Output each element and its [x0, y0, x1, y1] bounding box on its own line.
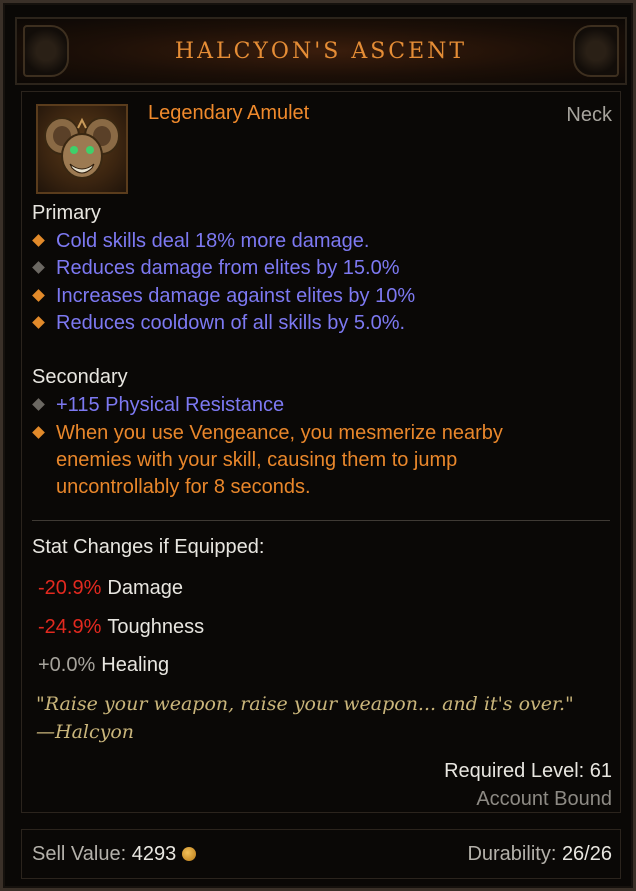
title-bar: HALCYON'S ASCENT: [15, 17, 627, 85]
flavor-author: —Halcyon: [36, 721, 135, 743]
flavor-quote: "Raise your weapon, raise your weapon...…: [36, 693, 574, 715]
flavor-text: "Raise your weapon, raise your weapon...…: [36, 690, 616, 746]
item-tooltip: HALCYON'S ASCENT Legendary Amulet Neck P…: [0, 0, 636, 891]
item-name: HALCYON'S ASCENT: [174, 39, 468, 64]
secondary-affix: +115 Physical Resistance: [32, 392, 610, 419]
durability: Durability: 26/26: [467, 843, 612, 865]
bullet-icon: [32, 316, 45, 329]
primary-affix: Reduces damage from elites by 15.0%: [32, 255, 610, 282]
item-icon-frame: [36, 104, 128, 194]
bullet-icon: [32, 289, 45, 302]
primary-affix: Increases damage against elites by 10%: [32, 283, 610, 310]
secondary-affix: When you use Vengeance, you mesmerize ne…: [32, 420, 574, 501]
item-slot: Neck: [566, 104, 612, 126]
tooltip-body: Legendary Amulet Neck Primary Cold skill…: [21, 91, 621, 813]
tooltip-footer: Sell Value: 4293 Durability: 26/26: [21, 829, 621, 879]
bullet-icon: [32, 261, 45, 274]
primary-affix: Reduces cooldown of all skills by 5.0%.: [32, 310, 610, 337]
divider: [32, 520, 610, 521]
gold-coin-icon: [182, 847, 197, 861]
stat-change-row: -24.9% Toughness: [38, 616, 205, 638]
secondary-heading: Secondary: [32, 366, 128, 388]
item-type: Legendary Amulet: [148, 102, 310, 124]
binding-status: Account Bound: [476, 788, 612, 810]
bullet-icon: [32, 398, 45, 411]
sell-value: Sell Value: 4293: [32, 843, 197, 866]
bullet-icon: [32, 234, 45, 247]
bullet-icon: [32, 426, 45, 439]
required-level: Required Level: 61: [444, 760, 612, 782]
stat-change-row: +0.0% Healing: [38, 654, 170, 676]
amulet-icon: [44, 117, 120, 179]
stat-change-row: -20.9% Damage: [38, 577, 183, 599]
primary-affix: Cold skills deal 18% more damage.: [32, 228, 610, 255]
stat-changes-heading: Stat Changes if Equipped:: [32, 536, 265, 558]
primary-heading: Primary: [32, 202, 101, 224]
